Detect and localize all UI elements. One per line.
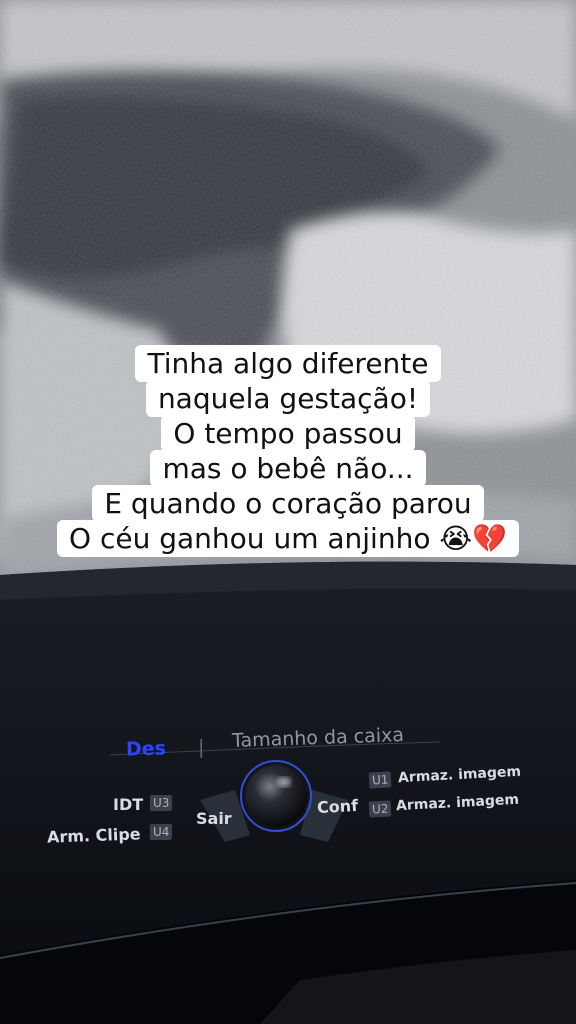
idt-label: IDT (113, 795, 144, 814)
arm-clipe-label: Arm. Clipe (46, 824, 141, 847)
mode-label-des: Des (125, 737, 167, 761)
caption-line-2: naquela gestação! (145, 380, 431, 417)
key-u4: U4 (150, 824, 173, 840)
caption-line-4: mas o bebê não... (150, 450, 426, 487)
caption-line-5: E quando o coração parou (92, 485, 484, 522)
confirm-label: Conf (316, 795, 359, 818)
exit-label: Sair (196, 809, 232, 828)
key-u1: U1 (368, 771, 392, 789)
caption-overlay: Tinha algo diferente naquela gestação! O… (0, 345, 576, 557)
caption-line-1: Tinha algo diferente (135, 345, 441, 382)
caption-line-6: O céu ganhou um anjinho 😭💔 (57, 520, 519, 557)
key-u2: U2 (368, 800, 392, 818)
caption-line-3: O tempo passou (161, 415, 415, 452)
menu-separator: | (198, 736, 205, 758)
key-u3: U3 (150, 795, 173, 811)
